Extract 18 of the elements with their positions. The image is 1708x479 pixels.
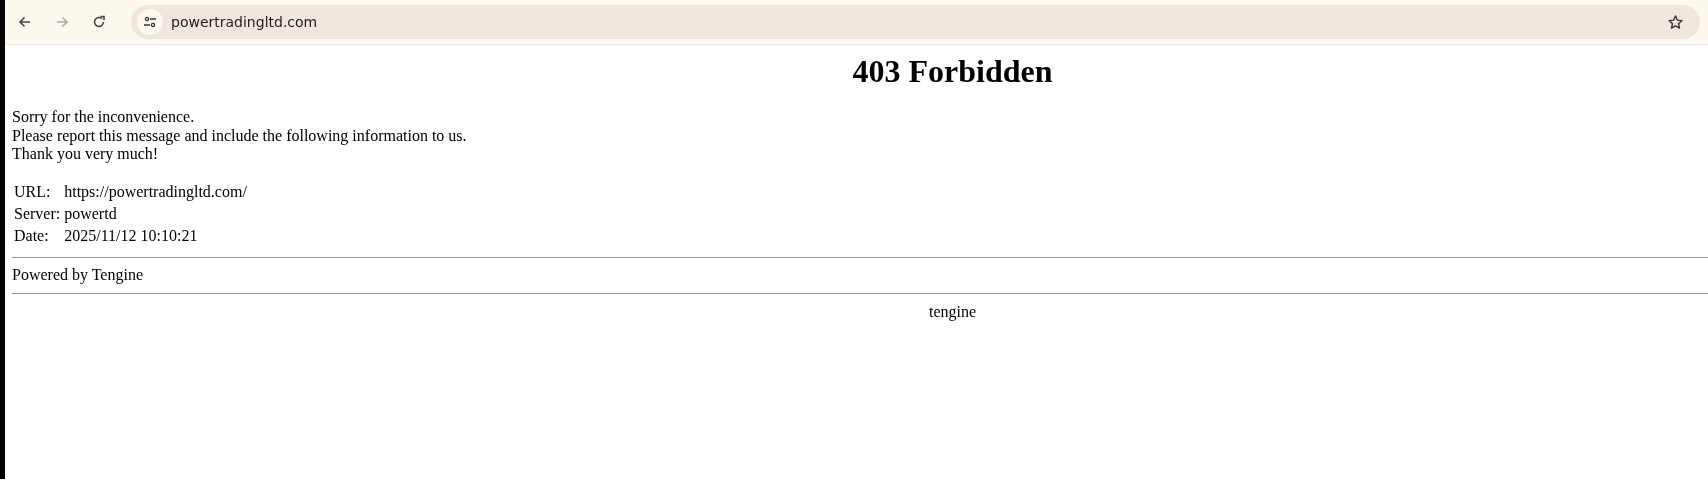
reload-icon[interactable]	[91, 14, 107, 30]
server-name: tengine	[928, 302, 977, 320]
message-line: Sorry for the inconvenience.	[12, 108, 196, 127]
info-value: powertd	[63, 203, 118, 224]
address-text: powertradingltd.com	[171, 14, 318, 30]
site-info-icon[interactable]	[137, 9, 163, 35]
info-label: URL:	[13, 181, 52, 202]
back-icon[interactable]	[17, 14, 33, 30]
info-label: Server:	[13, 203, 62, 224]
page-heading: 403 Forbidden	[851, 53, 1054, 90]
info-value: 2025/11/12 10:10:21	[63, 225, 199, 246]
bookmark-star-icon[interactable]	[1667, 13, 1684, 31]
info-label: Date:	[13, 225, 50, 246]
info-value: https://powertradingltd.com/	[63, 181, 248, 202]
message-line: Please report this message and include the following information to us.	[12, 126, 468, 145]
powered-by-text: Powered by Tengine	[12, 265, 144, 284]
message-line: Thank you very much!	[12, 145, 160, 164]
address-bar[interactable]: powertradingltd.com	[131, 5, 1700, 39]
